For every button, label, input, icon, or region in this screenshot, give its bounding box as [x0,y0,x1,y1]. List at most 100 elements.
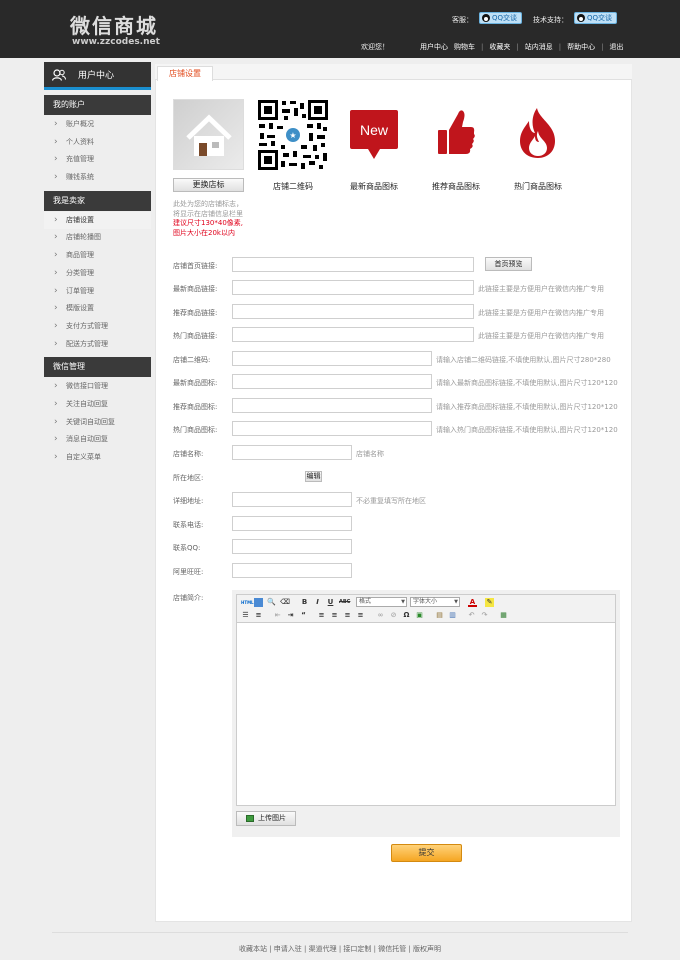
sidebar-item-shipping[interactable]: 配送方式管理 [44,336,151,354]
section-wechat: 微信管理 [44,357,151,378]
sidebar-item-payment[interactable]: 支付方式管理 [44,318,151,336]
footer-apply-link[interactable]: 申请入驻 [274,945,302,953]
underline-icon[interactable]: U [326,598,335,607]
outdent-icon[interactable]: ⇤ [273,611,282,620]
html-source-icon[interactable]: HTML [241,598,254,607]
sidebar-item-templates[interactable]: 模版设置 [44,300,151,318]
wangwang-input[interactable] [232,563,352,578]
submit-button[interactable]: 提交 [391,844,462,862]
blockquote-icon[interactable]: “ [299,611,308,620]
region-label: 所在地区: [173,474,204,482]
nav-cart[interactable]: 购物车 [454,42,475,52]
service-qq-button[interactable]: QQ交谈 [479,12,523,24]
preview-icon[interactable] [254,598,263,607]
rec-icon-input[interactable] [232,398,432,413]
nav-logout[interactable]: 退出 [609,42,623,52]
special-char-icon[interactable]: Ω [402,611,411,620]
qr-link-hint: 请输入店铺二维码链接,不填使用默认,图片尺寸280*280 [436,356,611,364]
align-justify-icon[interactable]: ≡ [356,611,365,620]
region-edit-button[interactable]: 编辑 [305,471,322,482]
qq-field-label: 联系QQ: [173,544,201,552]
logo-hint: 此处为您的店铺标志， 将显示在店铺信息栏里 建议尺寸130*40像素, 图片大小… [173,200,243,238]
font-size-select[interactable]: 字体大小 ▼ [410,597,460,607]
new-icon-input[interactable] [232,374,432,389]
footer-copyright-link[interactable]: 版权声明 [413,945,441,953]
change-logo-button[interactable]: 更换店标 [173,178,244,192]
rec-link-input[interactable] [232,304,474,319]
sidebar-item-earnings[interactable]: 赚钱系统 [44,169,151,187]
footer-hosting-link[interactable]: 微信托管 [378,945,406,953]
address-input[interactable] [232,492,352,507]
user-center-header: 用户中心 [44,62,151,90]
unlink-icon[interactable]: ⊘ [389,611,398,620]
tech-qq-button[interactable]: QQ交谈 [574,12,618,24]
nav-user-center[interactable]: 用户中心 [420,42,448,52]
footer-agent-link[interactable]: 渠道代理 [309,945,337,953]
bullet-list-icon[interactable]: ☰ [241,611,250,620]
tab-shop-settings[interactable]: 店铺设置 [157,66,213,81]
sidebar-item-shop-settings[interactable]: 店铺设置 [44,211,151,230]
sidebar-item-custom-menu[interactable]: 自定义菜单 [44,449,151,467]
recommend-icon-label: 推荐商品图标 [432,182,480,191]
sidebar-item-categories[interactable]: 分类管理 [44,265,151,283]
strikethrough-icon[interactable]: ABC [339,598,350,607]
numbered-list-icon[interactable]: ≡ [254,611,263,620]
redo-icon[interactable]: ↷ [480,611,489,620]
new-icon-label: 最新商品图标 [350,182,398,191]
indent-icon[interactable]: ⇥ [286,611,295,620]
sidebar-item-account-overview[interactable]: 账户概况 [44,116,151,134]
italic-icon[interactable]: I [313,598,322,607]
image-icon[interactable]: ▣ [415,611,424,620]
fullscreen-icon[interactable]: ▦ [499,611,508,620]
sidebar-item-profile[interactable]: 个人资料 [44,134,151,152]
shop-name-input[interactable] [232,445,352,460]
paste-word-icon[interactable]: ▥ [448,611,457,620]
sidebar-item-orders[interactable]: 订单管理 [44,283,151,301]
footer-api-link[interactable]: 接口定制 [343,945,371,953]
footer-divider [52,932,628,933]
nav-help[interactable]: 帮助中心 [567,42,595,52]
find-icon[interactable]: 🔍 [267,598,276,607]
editor-content-area[interactable] [237,624,615,805]
sidebar-item-wechat-api[interactable]: 微信接口管理 [44,378,151,396]
hot-icon-input[interactable] [232,421,432,436]
sidebar-item-keyword-reply[interactable]: 关键词自动回复 [44,414,151,432]
nav-divider: | [516,43,519,51]
highlight-color-icon[interactable]: ✎ [485,598,494,607]
sidebar-item-products[interactable]: 商品管理 [44,247,151,265]
qq-input[interactable] [232,539,352,554]
paste-icon[interactable]: ▤ [435,611,444,620]
nav-divider: | [558,43,562,51]
sidebar-item-carousel[interactable]: 店铺轮播图 [44,229,151,247]
footer: 收藏本站 | 申请入驻 | 渠道代理 | 接口定制 | 微信托管 | 版权声明 [238,945,442,953]
align-center-icon[interactable]: ≡ [330,611,339,620]
sidebar: 用户中心 我的账户 账户概况 个人资料 充值管理 赚钱系统 我是卖家 店铺设置 … [44,62,151,468]
font-color-icon[interactable]: A [468,598,477,607]
phone-input[interactable] [232,516,352,531]
nav-messages[interactable]: 站内消息 [525,42,553,52]
qq-chat-label: QQ交谈 [587,14,613,22]
link-icon[interactable]: ∞ [376,611,385,620]
sidebar-item-follow-reply[interactable]: 关注自动回复 [44,396,151,414]
eraser-icon[interactable]: ⌫ [280,598,290,607]
undo-icon[interactable]: ↶ [467,611,476,620]
home-link-input[interactable] [232,257,474,272]
sidebar-item-recharge[interactable]: 充值管理 [44,151,151,169]
upload-image-button[interactable]: 上传图片 [236,811,296,826]
bold-icon[interactable]: B [300,598,309,607]
qr-link-input[interactable] [232,351,432,366]
format-select[interactable]: 格式 ▼ [356,597,407,607]
new-product-icon: New [348,109,400,161]
sidebar-item-message-reply[interactable]: 消息自动回复 [44,431,151,449]
align-left-icon[interactable]: ≡ [317,611,326,620]
footer-bookmark-link[interactable]: 收藏本站 [239,945,267,953]
new-badge-text: New [359,122,388,138]
nav-divider: | [601,43,604,51]
hot-link-input[interactable] [232,327,474,342]
new-link-input[interactable] [232,280,474,295]
nav-favorites[interactable]: 收藏夹 [489,42,510,52]
logo[interactable]: 微信商城 [70,10,158,39]
home-preview-button[interactable]: 首页预览 [485,257,532,271]
logo-hint-line-1: 此处为您的店铺标志， [173,200,243,208]
align-right-icon[interactable]: ≡ [343,611,352,620]
